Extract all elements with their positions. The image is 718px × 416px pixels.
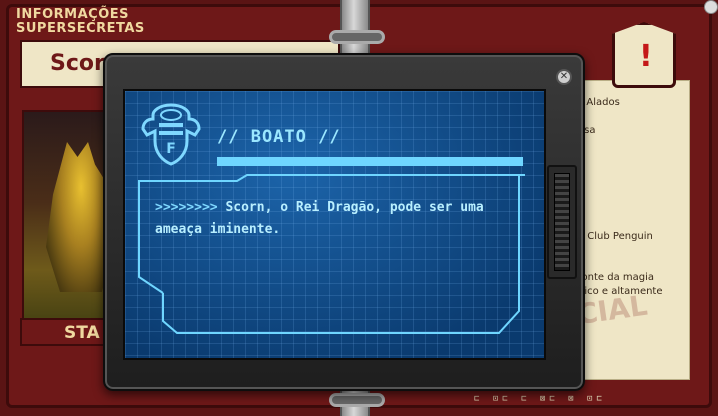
footer-icons: ⊏ ⊡⊏ ⊏ ⊠⊏ ⊠ ⊡⊏ [474, 394, 606, 404]
close-button[interactable]: ✕ [556, 69, 572, 85]
handle-grip [554, 173, 570, 271]
corner-button[interactable] [704, 0, 718, 14]
epf-tablet-dialog: ✕ F // BOATO // >>>>>>>> Scorn, o Rei Dr… [103, 53, 585, 391]
epf-shield-icon: F [141, 103, 201, 166]
info-line: fonte da magia [578, 272, 655, 283]
tablet-side-handle [547, 165, 577, 279]
status-label: STA [64, 323, 100, 343]
message-text-block: >>>>>>>> Scorn, o Rei Dragão, pode ser u… [155, 197, 495, 241]
tablet-screen: F // BOATO // >>>>>>>> Scorn, o Rei Drag… [123, 89, 546, 360]
dialog-heading: // BOATO // [217, 127, 341, 147]
heading-underline [217, 157, 523, 166]
binder-ring [329, 393, 385, 407]
emblem-letter: F [166, 141, 176, 157]
exclamation-icon: ! [639, 39, 653, 74]
binder-ring [329, 30, 385, 44]
info-line: o Club Penguin [578, 231, 653, 242]
alert-tab[interactable]: ! [612, 22, 676, 88]
dossier-header-title: INFORMAÇÕES SUPERSECRETAS [16, 7, 145, 36]
character-name: Scor [50, 51, 105, 76]
message-prefix: >>>>>>>> [155, 200, 226, 215]
